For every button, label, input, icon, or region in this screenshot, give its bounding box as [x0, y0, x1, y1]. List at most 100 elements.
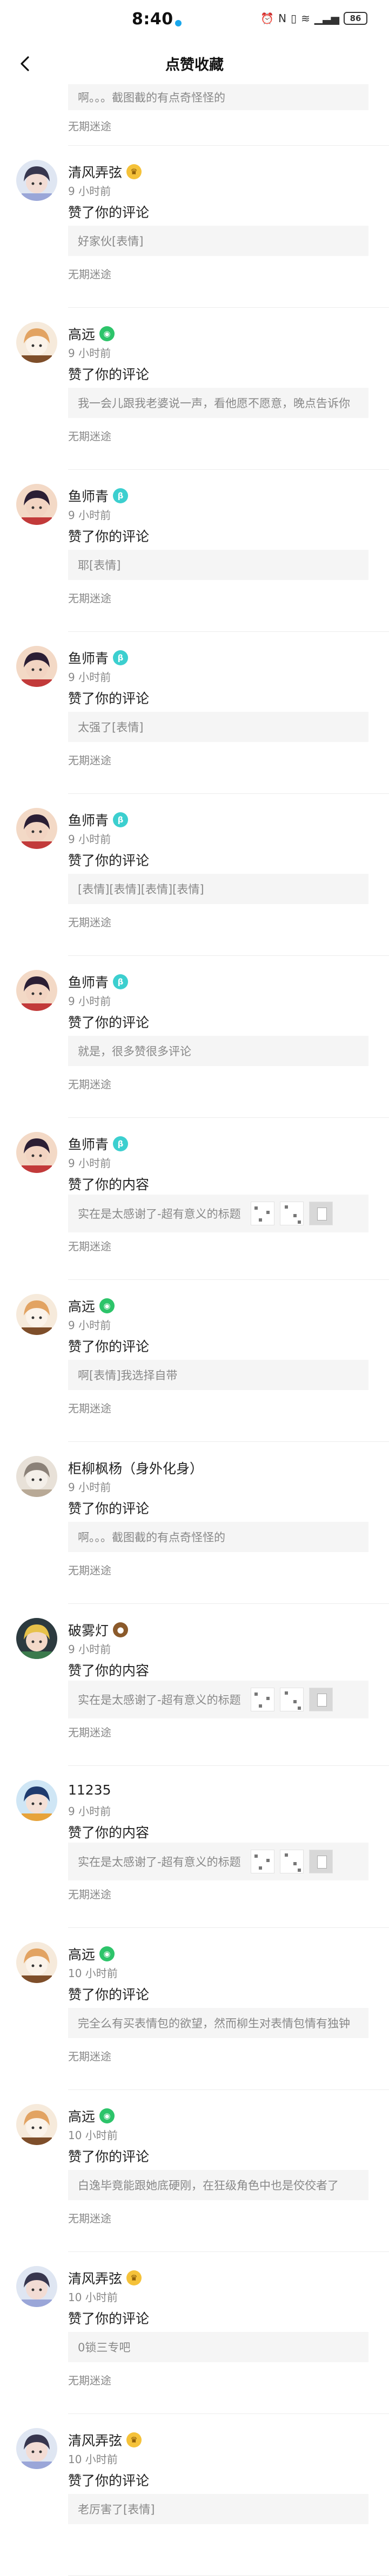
list-item[interactable]: 鱼师青 β 9 小时前 赞了你的内容 实在是太感谢了-超有意义的标题 无期迷途: [0, 1118, 389, 1280]
source-label[interactable]: 无期迷途: [68, 1238, 111, 1253]
list-item-partial[interactable]: 啊。。。截图截的有点奇怪怪的 无期迷途: [0, 84, 389, 146]
list-item[interactable]: 鱼师青 β 9 小时前 赞了你的评论 [表情][表情][表情][表情] 无期迷途: [0, 794, 389, 956]
timestamp: 10 小时前: [68, 2129, 118, 2142]
avatar[interactable]: [16, 1456, 57, 1497]
source-label[interactable]: 无期迷途: [68, 914, 111, 929]
user-name[interactable]: 清风弄弦: [68, 2430, 122, 2450]
content-preview[interactable]: 实在是太感谢了-超有意义的标题: [68, 1843, 368, 1880]
list-item[interactable]: 高远 ◉ 10 小时前 赞了你的评论 完全么有买表情包的欲望，然而柳生对表情包情有独钟无…: [0, 1928, 389, 2090]
list-item[interactable]: 鱼师青 β 9 小时前 赞了你的评论 耶[表情] 无期迷途: [0, 470, 389, 632]
user-name[interactable]: 鱼师青: [68, 486, 109, 505]
avatar[interactable]: [16, 646, 57, 687]
source-label[interactable]: 无期迷途: [68, 118, 111, 133]
timestamp: 10 小时前: [68, 1967, 118, 1980]
comment-preview[interactable]: 太强了[表情]: [68, 712, 368, 742]
source-label[interactable]: 无期迷途: [68, 428, 111, 443]
user-name[interactable]: 柜柳枫杨（身外化身）: [68, 1458, 203, 1478]
user-name[interactable]: 11235: [68, 1782, 111, 1798]
source-label[interactable]: 无期迷途: [68, 1400, 111, 1415]
avatar[interactable]: [16, 322, 57, 363]
user-name[interactable]: 清风弄弦: [68, 2268, 122, 2288]
comment-preview[interactable]: 就是，很多赞很多评论: [68, 1036, 368, 1066]
signal-icon: ▁▃▅: [314, 12, 339, 25]
list-item[interactable]: 高远 ◉ 10 小时前 赞了你的评论 白逸毕竟能跟她底硬刚，在狂级角色中也是佼佼者了 无期…: [0, 2090, 389, 2252]
comment-preview[interactable]: 老厉害了[表情]: [68, 2494, 368, 2524]
nav-bar: 点赞收藏: [0, 41, 389, 86]
fish-badge-icon: β: [113, 974, 129, 989]
timestamp: 10 小时前: [68, 2453, 118, 2466]
list-item[interactable]: 破雾灯 ● 9 小时前 赞了你的内容 实在是太感谢了-超有意义的标题 无期迷途: [0, 1604, 389, 1766]
avatar-image: [16, 322, 57, 363]
action-text: 赞了你的评论: [68, 1501, 150, 1516]
user-name[interactable]: 高远: [68, 324, 95, 343]
thumbnail-image: [308, 1850, 333, 1873]
source-label[interactable]: 无期迷途: [68, 2048, 111, 2064]
comment-preview[interactable]: 啊[表情]我选择自带: [68, 1360, 368, 1390]
avatar[interactable]: [16, 2428, 57, 2469]
comment-preview[interactable]: 白逸毕竟能跟她底硬刚，在狂级角色中也是佼佼者了: [68, 2170, 368, 2200]
avatar[interactable]: [16, 2266, 57, 2307]
cake-badge-icon: ♛: [126, 2432, 142, 2447]
avatar[interactable]: [16, 484, 57, 525]
user-name[interactable]: 鱼师青: [68, 810, 109, 830]
user-name[interactable]: 高远: [68, 1944, 95, 1964]
comment-preview[interactable]: 我一会儿跟我老婆说一声，看他愿不愿意，晚点告诉你: [68, 388, 368, 418]
user-row: 鱼师青 β: [68, 810, 129, 830]
source-label[interactable]: 无期迷途: [68, 2210, 111, 2226]
comment-preview[interactable]: 0锁三专吧: [68, 2332, 368, 2362]
action-text: 赞了你的评论: [68, 529, 150, 544]
user-name[interactable]: 鱼师青: [68, 1134, 109, 1154]
list-item[interactable]: 清风弄弦 ♛ 10 小时前 赞了你的评论 0锁三专吧 无期迷途: [0, 2252, 389, 2414]
user-name[interactable]: 鱼师青: [68, 972, 109, 992]
comment-preview[interactable]: 完全么有买表情包的欲望，然而柳生对表情包情有独钟: [68, 2008, 368, 2038]
content-preview[interactable]: 实在是太感谢了-超有意义的标题: [68, 1195, 368, 1232]
list-item[interactable]: 11235 9 小时前赞了你的内容实在是太感谢了-超有意义的标题无期迷途: [0, 1766, 389, 1928]
user-name[interactable]: 高远: [68, 2106, 95, 2126]
fish-badge-icon: β: [113, 812, 129, 827]
source-label[interactable]: 无期迷途: [68, 1724, 111, 1739]
list-item[interactable]: 高远 ◉ 9 小时前 赞了你的评论 我一会儿跟我老婆说一声，看他愿不愿意，晚点告诉你 无期…: [0, 308, 389, 470]
action-text: 赞了你的评论: [68, 853, 150, 868]
avatar[interactable]: [16, 1618, 57, 1659]
source-label[interactable]: 无期迷途: [68, 752, 111, 767]
user-row: 破雾灯 ●: [68, 1620, 129, 1640]
comment-preview[interactable]: 耶[表情]: [68, 550, 368, 580]
user-row: 高远 ◉: [68, 1944, 115, 1964]
avatar[interactable]: [16, 2104, 57, 2145]
source-label[interactable]: 无期迷途: [68, 1886, 111, 1901]
avatar[interactable]: [16, 808, 57, 849]
fish-badge-icon: β: [113, 650, 129, 665]
avatar[interactable]: [16, 1780, 57, 1821]
comment-preview[interactable]: 啊。。。截图截的有点奇怪怪的: [68, 84, 368, 110]
action-text: 赞了你的内容: [68, 1825, 150, 1840]
source-label[interactable]: 无期迷途: [68, 590, 111, 605]
comment-preview[interactable]: 啊。。。截图截的有点奇怪怪的: [68, 1522, 368, 1552]
list-item[interactable]: 清风弄弦 ♛ 9 小时前 赞了你的评论 好家伙[表情] 无期迷途: [0, 146, 389, 308]
avatar[interactable]: [16, 1132, 57, 1173]
user-name[interactable]: 破雾灯: [68, 1620, 109, 1640]
user-name[interactable]: 鱼师青: [68, 648, 109, 667]
avatar[interactable]: [16, 1942, 57, 1983]
wifi-icon: ≋: [301, 12, 310, 25]
list-item[interactable]: 高远 ◉ 9 小时前 赞了你的评论 啊[表情]我选择自带 无期迷途: [0, 1280, 389, 1442]
source-label[interactable]: 无期迷途: [68, 2372, 111, 2388]
user-name[interactable]: 高远: [68, 1296, 95, 1316]
list-item[interactable]: 鱼师青 β 9 小时前 赞了你的评论 太强了[表情] 无期迷途: [0, 632, 389, 794]
avatar[interactable]: [16, 1294, 57, 1335]
content-title: 实在是太感谢了-超有意义的标题: [78, 1208, 241, 1220]
list-item[interactable]: 柜柳枫杨（身外化身） 9 小时前 赞了你的评论 啊。。。截图截的有点奇怪怪的 无期迷途: [0, 1442, 389, 1604]
source-label[interactable]: 无期迷途: [68, 266, 111, 281]
user-name[interactable]: 清风弄弦: [68, 162, 122, 181]
avatar[interactable]: [16, 160, 57, 201]
page-title: 点赞收藏: [165, 57, 224, 73]
avatar[interactable]: [16, 970, 57, 1011]
comment-text: 啊[表情]我选择自带: [78, 1369, 178, 1382]
source-label[interactable]: 无期迷途: [68, 1076, 111, 1091]
comment-preview[interactable]: [表情][表情][表情][表情]: [68, 874, 368, 904]
list-item[interactable]: 鱼师青 β 9 小时前 赞了你的评论 就是，很多赞很多评论 无期迷途: [0, 956, 389, 1118]
content-preview[interactable]: 实在是太感谢了-超有意义的标题: [68, 1681, 368, 1718]
timestamp: 9 小时前: [68, 1805, 111, 1818]
source-label[interactable]: 无期迷途: [68, 1562, 111, 1577]
comment-preview[interactable]: 好家伙[表情]: [68, 226, 368, 256]
list-item[interactable]: 清风弄弦 ♛ 10 小时前 赞了你的评论 老厉害了[表情]: [0, 2414, 389, 2576]
